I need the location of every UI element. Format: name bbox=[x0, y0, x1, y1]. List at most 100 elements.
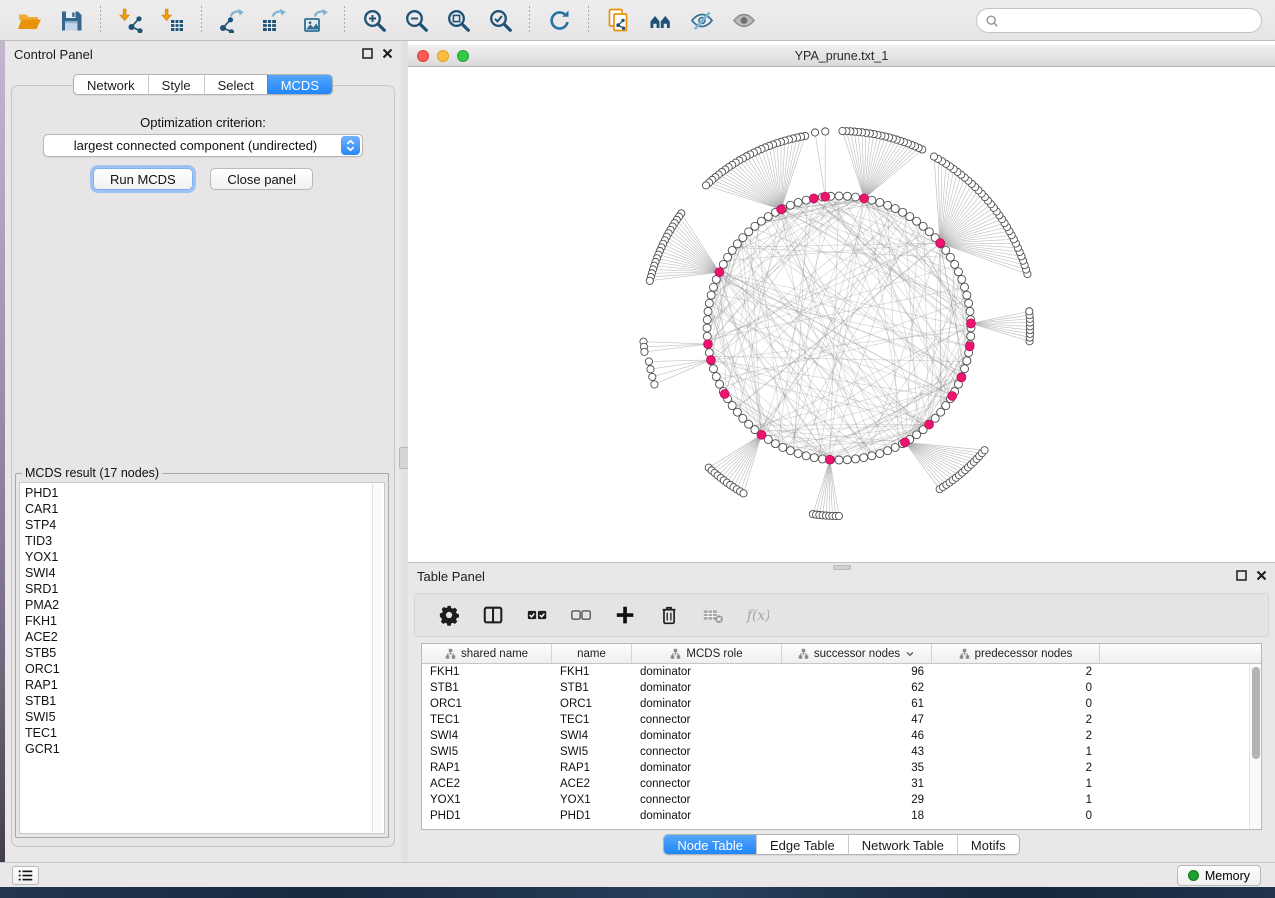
mcds-result-item[interactable]: GCR1 bbox=[25, 741, 370, 757]
mcds-result-item[interactable]: RAP1 bbox=[25, 677, 370, 693]
table-row[interactable]: SWI5SWI5connector431 bbox=[422, 744, 1249, 760]
tab-node-table[interactable]: Node Table bbox=[664, 835, 756, 854]
table-cell: ORC1 bbox=[552, 696, 632, 712]
mcds-result-item[interactable]: STP4 bbox=[25, 517, 370, 533]
search-network-icon[interactable] bbox=[643, 5, 677, 35]
mcds-result-list[interactable]: PHD1CAR1STP4TID3YOX1SWI4SRD1PMA2FKH1ACE2… bbox=[25, 485, 370, 831]
table-cell: dominator bbox=[632, 680, 782, 696]
export-network-icon[interactable] bbox=[214, 5, 248, 35]
zoom-fit-icon[interactable] bbox=[441, 5, 475, 35]
table-scrollbar-thumb[interactable] bbox=[1252, 667, 1260, 759]
tab-select[interactable]: Select bbox=[204, 75, 267, 94]
network-view-window: YPA_prune.txt_1 bbox=[408, 41, 1275, 562]
toolbar-icon-groups bbox=[0, 0, 765, 40]
mcds-result-item[interactable]: PHD1 bbox=[25, 485, 370, 501]
vertical-splitter[interactable] bbox=[401, 41, 408, 862]
float-table-panel-icon[interactable] bbox=[1236, 570, 1247, 581]
mcds-result-item[interactable]: PMA2 bbox=[25, 597, 370, 613]
mcds-result-item[interactable]: TEC1 bbox=[25, 725, 370, 741]
delete-column-icon[interactable] bbox=[652, 600, 686, 630]
table-row[interactable]: ACE2ACE2connector311 bbox=[422, 776, 1249, 792]
tab-network[interactable]: Network bbox=[74, 75, 148, 94]
mcds-result-item[interactable]: STB1 bbox=[25, 693, 370, 709]
mcds-result-item[interactable]: ACE2 bbox=[25, 629, 370, 645]
mcds-result-item[interactable]: FKH1 bbox=[25, 613, 370, 629]
network-graph[interactable] bbox=[408, 67, 1275, 562]
close-panel-icon[interactable] bbox=[382, 48, 393, 59]
table-cell: SWI5 bbox=[552, 744, 632, 760]
table-cell: 96 bbox=[782, 664, 932, 680]
show-columns-icon[interactable] bbox=[476, 600, 510, 630]
settings-gear-icon[interactable] bbox=[432, 600, 466, 630]
table-row[interactable]: TEC1TEC1connector472 bbox=[422, 712, 1249, 728]
search-box[interactable] bbox=[976, 8, 1262, 33]
refresh-layout-icon[interactable] bbox=[542, 5, 576, 35]
mcds-result-item[interactable]: SWI5 bbox=[25, 709, 370, 725]
network-canvas[interactable] bbox=[408, 67, 1275, 562]
mcds-result-item[interactable]: SRD1 bbox=[25, 581, 370, 597]
table-cell: 0 bbox=[932, 696, 1100, 712]
memory-label: Memory bbox=[1205, 869, 1250, 883]
table-cell: 29 bbox=[782, 792, 932, 808]
zoom-selected-icon[interactable] bbox=[483, 5, 517, 35]
column-header-shared-name[interactable]: shared name bbox=[422, 644, 552, 663]
mcds-list-scrollbar[interactable] bbox=[372, 484, 383, 832]
table-cell: 2 bbox=[932, 712, 1100, 728]
run-mcds-button[interactable]: Run MCDS bbox=[93, 168, 193, 190]
zoom-in-icon[interactable] bbox=[357, 5, 391, 35]
table-row[interactable]: STB1STB1dominator620 bbox=[422, 680, 1249, 696]
table-row[interactable]: SWI4SWI4dominator462 bbox=[422, 728, 1249, 744]
mcds-result-item[interactable]: ORC1 bbox=[25, 661, 370, 677]
zoom-out-icon[interactable] bbox=[399, 5, 433, 35]
close-panel-button[interactable]: Close panel bbox=[210, 168, 313, 190]
selected-criterion-value: largest connected component (undirected) bbox=[44, 138, 341, 153]
mcds-result-item[interactable]: YOX1 bbox=[25, 549, 370, 565]
task-history-button[interactable] bbox=[12, 866, 39, 885]
deselect-all-rows-icon[interactable] bbox=[564, 600, 598, 630]
column-header-predecessor-nodes[interactable]: predecessor nodes bbox=[932, 644, 1100, 663]
open-file-icon[interactable] bbox=[12, 5, 46, 35]
add-column-icon[interactable] bbox=[608, 600, 642, 630]
search-input[interactable] bbox=[1004, 14, 1253, 28]
export-image-icon[interactable] bbox=[298, 5, 332, 35]
save-session-icon[interactable] bbox=[54, 5, 88, 35]
import-table-icon[interactable] bbox=[155, 5, 189, 35]
tab-mcds[interactable]: MCDS bbox=[267, 75, 332, 94]
export-table-icon[interactable] bbox=[256, 5, 290, 35]
optimization-criterion-select[interactable]: largest connected component (undirected) bbox=[43, 134, 363, 157]
mcds-result-item[interactable]: SWI4 bbox=[25, 565, 370, 581]
table-cell: 2 bbox=[932, 664, 1100, 680]
table-row[interactable]: FKH1FKH1dominator962 bbox=[422, 664, 1249, 680]
tab-edge-table[interactable]: Edge Table bbox=[756, 835, 848, 854]
share-document-icon[interactable] bbox=[601, 5, 635, 35]
hide-graphics-icon[interactable] bbox=[685, 5, 719, 35]
column-header-successor-nodes[interactable]: successor nodes bbox=[782, 644, 932, 663]
column-header-name[interactable]: name bbox=[552, 644, 632, 663]
toolbar-separator bbox=[344, 6, 345, 34]
memory-button[interactable]: Memory bbox=[1177, 865, 1261, 886]
mcds-result-title: MCDS result (17 nodes) bbox=[22, 466, 162, 480]
import-network-icon[interactable] bbox=[113, 5, 147, 35]
select-stepper-icon bbox=[341, 136, 360, 155]
table-row[interactable]: PHD1PHD1dominator180 bbox=[422, 808, 1249, 824]
tab-motifs[interactable]: Motifs bbox=[957, 835, 1019, 854]
float-panel-icon[interactable] bbox=[362, 48, 373, 59]
show-graphics-icon[interactable] bbox=[727, 5, 761, 35]
table-scrollbar[interactable] bbox=[1249, 664, 1261, 829]
select-all-rows-icon[interactable] bbox=[520, 600, 554, 630]
table-cell: SWI4 bbox=[552, 728, 632, 744]
tab-style[interactable]: Style bbox=[148, 75, 204, 94]
node-table-body: FKH1FKH1dominator962STB1STB1dominator620… bbox=[422, 664, 1249, 829]
mcds-result-item[interactable]: CAR1 bbox=[25, 501, 370, 517]
mcds-result-item[interactable]: TID3 bbox=[25, 533, 370, 549]
table-row[interactable]: YOX1YOX1connector291 bbox=[422, 792, 1249, 808]
close-table-panel-icon[interactable] bbox=[1256, 570, 1267, 581]
table-row[interactable]: RAP1RAP1dominator352 bbox=[422, 760, 1249, 776]
table-cell: dominator bbox=[632, 808, 782, 824]
column-header-MCDS-role[interactable]: MCDS role bbox=[632, 644, 782, 663]
table-cell: STB1 bbox=[552, 680, 632, 696]
tab-network-table[interactable]: Network Table bbox=[848, 835, 957, 854]
control-panel-header: Control Panel bbox=[5, 41, 401, 67]
mcds-result-item[interactable]: STB5 bbox=[25, 645, 370, 661]
table-row[interactable]: ORC1ORC1dominator610 bbox=[422, 696, 1249, 712]
